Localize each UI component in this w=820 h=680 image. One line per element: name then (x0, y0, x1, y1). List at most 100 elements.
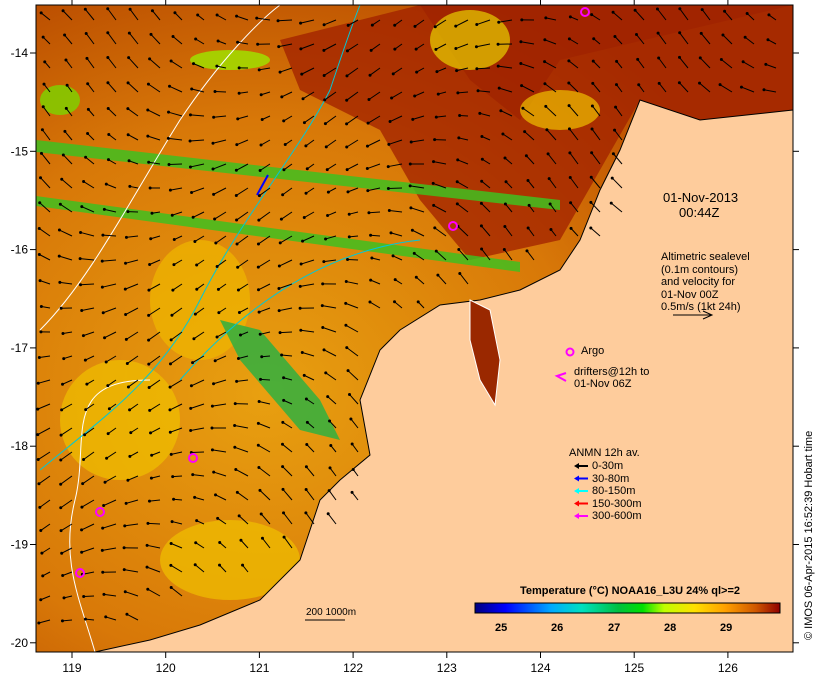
velocity-arrow-head (81, 482, 85, 486)
image-time: 00:44Z (679, 205, 720, 220)
velocity-arrow-head (391, 72, 395, 76)
velocity-arrow-head (347, 212, 351, 216)
velocity-arrow-head (329, 444, 333, 448)
velocity-arrow (83, 595, 95, 598)
velocity-arrow-head (41, 105, 45, 109)
velocity-arrow-head (128, 7, 132, 11)
velocity-arrow-head (189, 428, 193, 432)
velocity-arrow-head (193, 239, 197, 243)
velocity-arrow-head (127, 159, 131, 163)
velocity-arrow-head (345, 168, 349, 172)
velocity-arrow-head (328, 466, 332, 470)
velocity-arrow-head (147, 338, 151, 342)
velocity-arrow-head (83, 433, 87, 437)
velocity-arrow-head (544, 104, 548, 108)
velocity-arrow-head (547, 177, 551, 181)
velocity-arrow-head (393, 23, 397, 27)
velocity-arrow-head (739, 85, 743, 89)
velocity-arrow-head (104, 615, 108, 619)
velocity-arrow-head (213, 217, 217, 221)
velocity-arrow-head (546, 152, 550, 156)
velocity-arrow-head (614, 83, 618, 87)
velocity-arrow-head (567, 59, 571, 63)
velocity-arrow-head (126, 385, 130, 389)
velocity-arrow-head (592, 37, 596, 41)
velocity-arrow-head (166, 136, 170, 140)
velocity-arrow-head (235, 14, 239, 18)
velocity-arrow-head (480, 157, 484, 161)
velocity-arrow-head (569, 201, 573, 205)
velocity-arrow-head (503, 156, 507, 160)
velocity-arrow-head (282, 168, 286, 172)
velocity-arrow-head (346, 23, 350, 27)
velocity-arrow-head (129, 431, 133, 435)
velocity-arrow-head (590, 127, 594, 131)
velocity-arrow-head (698, 56, 702, 60)
velocity-arrow-head (41, 574, 45, 578)
velocity-arrow-head (103, 480, 107, 484)
velocity-arrow-head (454, 24, 458, 28)
velocity-arrow-head (192, 337, 196, 341)
velocity-arrow-head (497, 20, 501, 24)
velocity-arrow-head (84, 408, 88, 412)
velocity-arrow-head (235, 242, 239, 246)
velocity-arrow (214, 90, 227, 93)
velocity-arrow-head (102, 504, 106, 508)
velocity-arrow-head (170, 313, 174, 317)
velocity-arrow-head (480, 179, 484, 183)
colorbar-tick: 27 (608, 622, 621, 634)
anmn-item: 30-80m (592, 472, 630, 485)
velocity-arrow-head (235, 490, 239, 494)
velocity-arrow-head (591, 81, 595, 85)
velocity-arrow-head (369, 233, 373, 237)
velocity-arrow-head (85, 56, 89, 60)
velocity-arrow-head (149, 237, 153, 241)
velocity-arrow-head (146, 108, 150, 112)
velocity-arrow-head (146, 134, 150, 138)
velocity-arrow-head (256, 265, 260, 269)
velocity-arrow-head (524, 154, 528, 158)
velocity-arrow-head (718, 83, 722, 87)
velocity-arrow-head (191, 473, 195, 477)
velocity-arrow-head (216, 516, 220, 520)
velocity-arrow-head (436, 273, 440, 277)
lat-tick-label: -18 (11, 439, 29, 453)
velocity-arrow-head (745, 11, 749, 15)
velocity-arrow-head (523, 130, 527, 134)
lat-tick-label: -14 (11, 46, 29, 60)
velocity-arrow-head (259, 93, 263, 97)
velocity-arrow-head (104, 182, 108, 186)
velocity-arrow-head (322, 260, 326, 264)
velocity-arrow-head (123, 287, 127, 291)
velocity-arrow-head (37, 355, 41, 359)
velocity-arrow-head (40, 551, 44, 555)
lat-tick-label: -19 (11, 538, 29, 552)
velocity-arrow (147, 522, 161, 525)
velocity-arrow-head (414, 275, 418, 279)
velocity-arrow (347, 258, 359, 261)
velocity-arrow-head (436, 92, 440, 96)
velocity-arrow-head (280, 353, 284, 357)
velocity-arrow-head (124, 337, 128, 341)
altimetry-line: 01-Nov 00Z (661, 288, 719, 301)
velocity-arrow-head (171, 288, 175, 292)
velocity-arrow-head (195, 263, 199, 267)
velocity-arrow-head (326, 512, 330, 516)
velocity-arrow-head (189, 384, 193, 388)
velocity-arrow-head (169, 541, 173, 545)
velocity-arrow-head (36, 407, 40, 411)
velocity-arrow-head (611, 152, 615, 156)
velocity-arrow-head (567, 127, 571, 131)
velocity-arrow-head (350, 490, 354, 494)
velocity-arrow-head (124, 235, 128, 239)
velocity-arrow-head (348, 392, 352, 396)
velocity-arrow-head (613, 128, 617, 132)
velocity-arrow-head (37, 621, 41, 625)
velocity-arrow-head (299, 328, 303, 332)
velocity-arrow-head (699, 31, 703, 35)
velocity-arrow-head (83, 358, 87, 362)
velocity-arrow-head (106, 432, 110, 436)
velocity-arrow-head (218, 563, 222, 567)
velocity-arrow-head (241, 563, 245, 567)
velocity-arrow-head (147, 499, 151, 503)
